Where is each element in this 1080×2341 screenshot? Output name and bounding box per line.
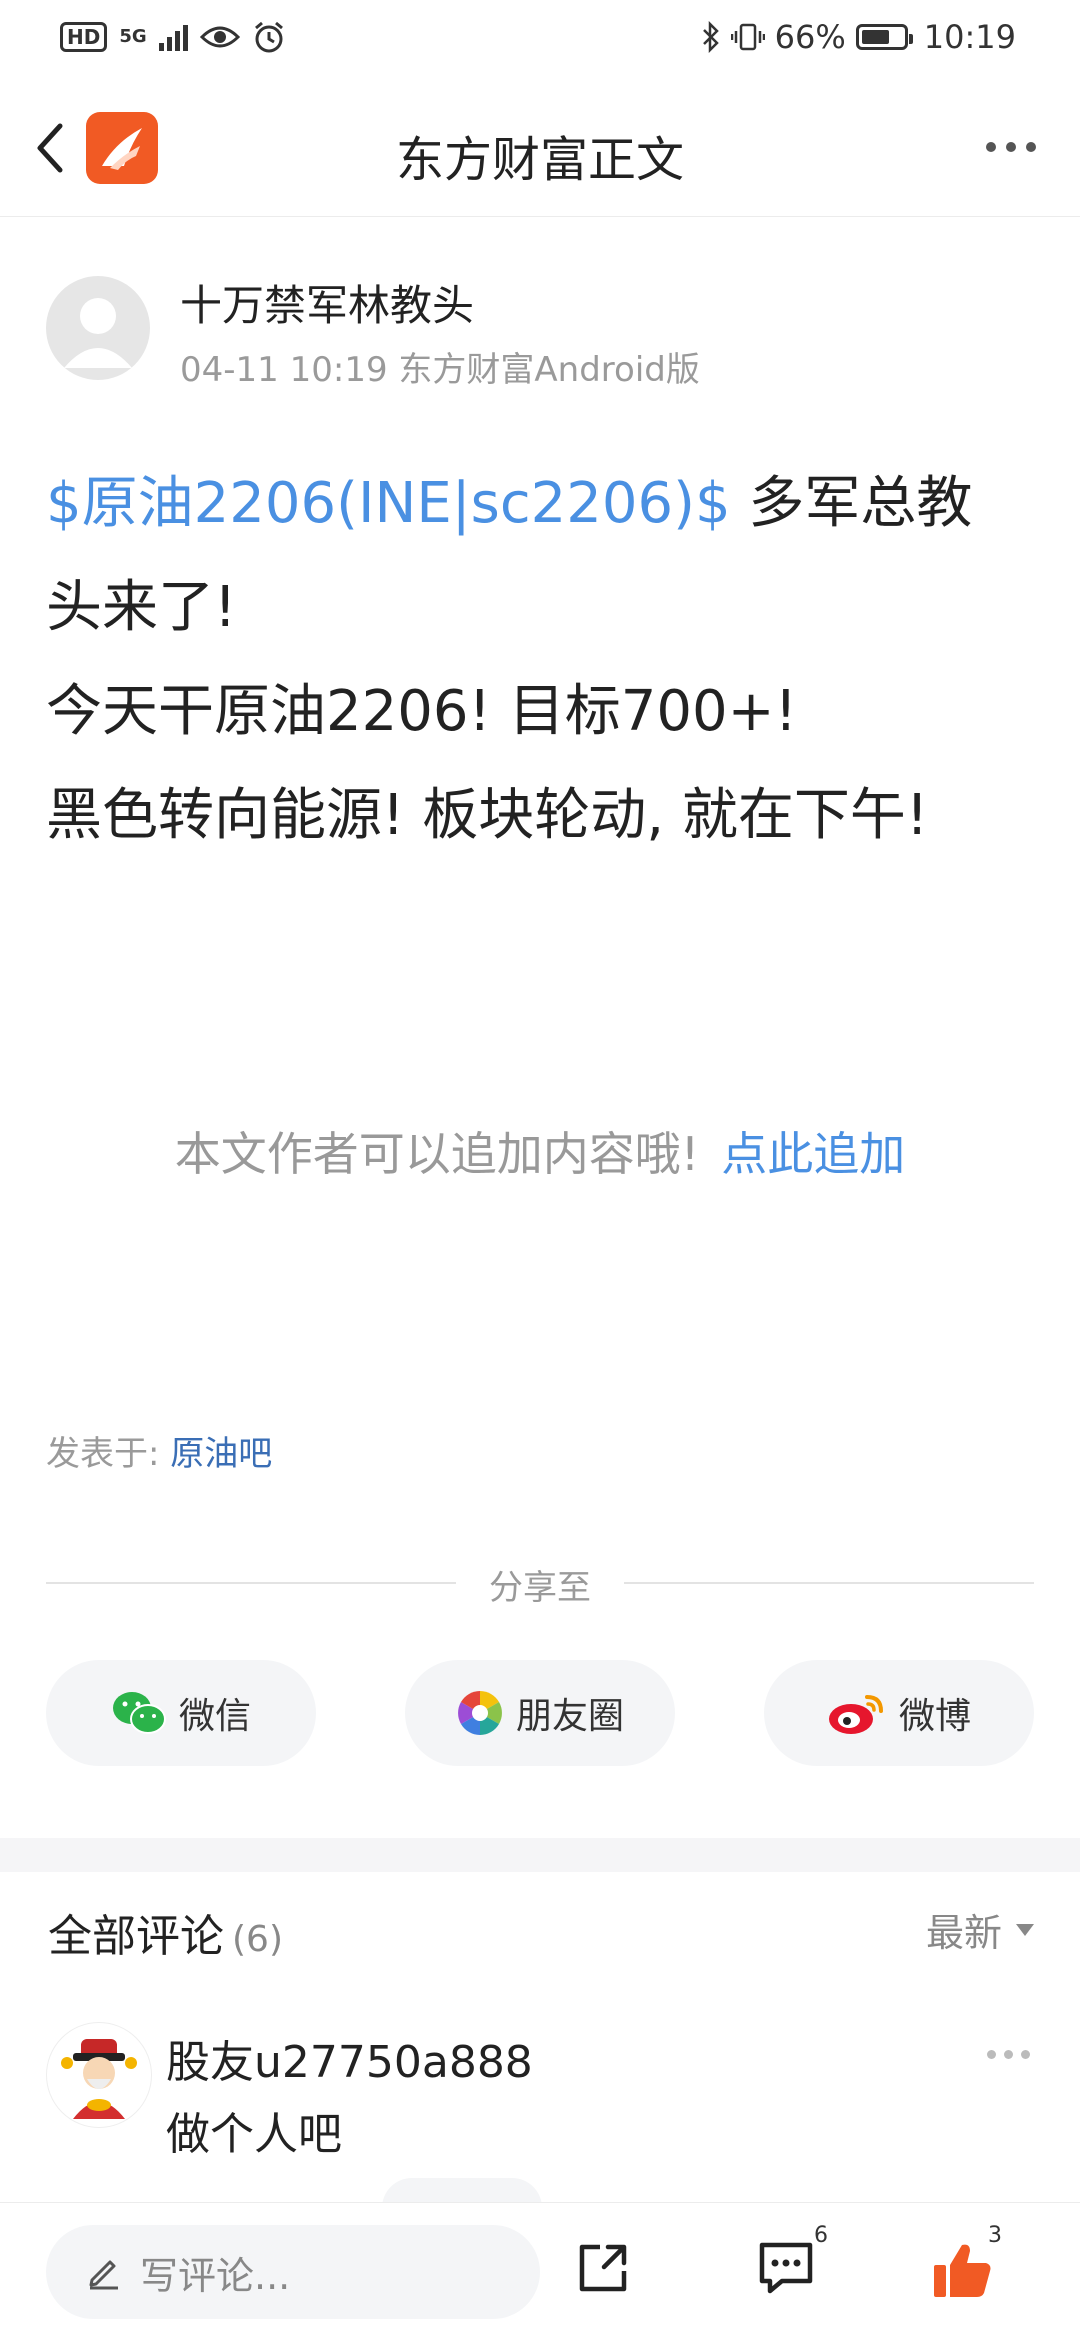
author-name[interactable]: 十万禁军林教头 <box>180 272 474 333</box>
dot-icon <box>1021 2050 1030 2059</box>
eye-icon <box>199 26 240 48</box>
share-moments-label: 朋友圈 <box>515 1696 624 1737</box>
weibo-icon <box>828 1695 883 1734</box>
battery-percent: 66% <box>774 18 846 56</box>
dot-icon <box>1004 2050 1013 2059</box>
status-right: 66% 10:19 <box>701 18 1016 56</box>
stock-tag-link[interactable]: $原油2206(INE|sc2206)$ <box>46 471 731 536</box>
comment-author[interactable]: 股友u27750a888 <box>166 2026 533 2090</box>
comment-placeholder: 写评论... <box>140 2253 291 2298</box>
share-moments-button[interactable]: 朋友圈 <box>405 1660 675 1766</box>
network-type: 5G <box>119 26 147 47</box>
caret-down-icon <box>1016 1923 1034 1936</box>
comment-input[interactable]: 写评论... <box>46 2225 540 2319</box>
comments-title: 全部评论 <box>48 1911 224 1962</box>
comment-avatar[interactable] <box>46 2022 152 2128</box>
dot-icon <box>1026 142 1036 152</box>
comments-count: (6) <box>232 1919 283 1960</box>
comment-text: 做个人吧 <box>166 2109 342 2160</box>
comment-more-button[interactable] <box>987 2050 1030 2059</box>
forum-link[interactable]: 原油吧 <box>170 1434 272 1474</box>
share-label: 分享至 <box>489 1568 591 1608</box>
share-weibo-button[interactable]: 微博 <box>764 1660 1034 1766</box>
fortune-god-avatar-icon <box>61 2039 137 2119</box>
like-count-badge: 3 <box>988 2223 1002 2248</box>
append-text: 本文作者可以追加内容哦! <box>174 1127 700 1181</box>
battery-icon <box>855 24 913 50</box>
status-bar: HD 5G 66% 10:19 <box>0 0 1080 84</box>
posted-in-label: 发表于: <box>46 1434 160 1474</box>
status-left: HD 5G <box>60 20 286 54</box>
bottom-bar: 写评论... 6 3 <box>0 2202 1080 2341</box>
share-wechat-label: 微信 <box>178 1696 251 1737</box>
dot-icon <box>987 2050 996 2059</box>
alarm-icon <box>254 21 283 53</box>
more-options-button[interactable] <box>986 142 1036 152</box>
sort-dropdown[interactable]: 最新 <box>926 1902 1034 1957</box>
comment-icon[interactable] <box>756 2239 816 2297</box>
clock: 10:19 <box>923 18 1016 56</box>
app-header: 东方财富正文 <box>0 84 1080 217</box>
vibrate-icon <box>730 23 765 51</box>
append-prompt: 本文作者可以追加内容哦! 点此追加 <box>0 1118 1080 1184</box>
post-line-2: 今天干原油2206! 目标700+! <box>46 679 798 744</box>
comment-count-badge: 6 <box>814 2223 828 2248</box>
moments-icon <box>458 1691 502 1735</box>
share-icon[interactable] <box>574 2239 632 2297</box>
post-meta: 04-11 10:19 东方财富Android版 <box>180 350 700 390</box>
hd-indicator: HD <box>60 22 108 52</box>
post-line-3: 黑色转向能源! 板块轮动, 就在下午! <box>46 783 929 848</box>
default-avatar-icon <box>64 298 132 368</box>
append-link[interactable]: 点此追加 <box>721 1127 905 1181</box>
dot-icon <box>986 142 996 152</box>
comments-heading: 全部评论 (6) <box>48 1900 283 1964</box>
posted-in: 发表于: 原油吧 <box>46 1426 272 1475</box>
author-avatar[interactable] <box>46 276 150 380</box>
section-divider <box>0 1838 1080 1872</box>
thumbs-up-icon[interactable] <box>932 2239 994 2301</box>
share-weibo-label: 微博 <box>898 1696 971 1737</box>
share-wechat-button[interactable]: 微信 <box>46 1660 316 1766</box>
signal-icon <box>158 23 188 51</box>
post-body: $原油2206(INE|sc2206)$ 多军总教头来了! 今天干原油2206!… <box>46 452 1006 868</box>
page-title: 东方财富正文 <box>395 132 684 188</box>
wechat-icon <box>112 1692 166 1734</box>
sort-label: 最新 <box>925 1911 1002 1955</box>
bluetooth-icon <box>702 21 719 53</box>
dot-icon <box>1006 142 1016 152</box>
pencil-icon <box>89 2260 118 2290</box>
